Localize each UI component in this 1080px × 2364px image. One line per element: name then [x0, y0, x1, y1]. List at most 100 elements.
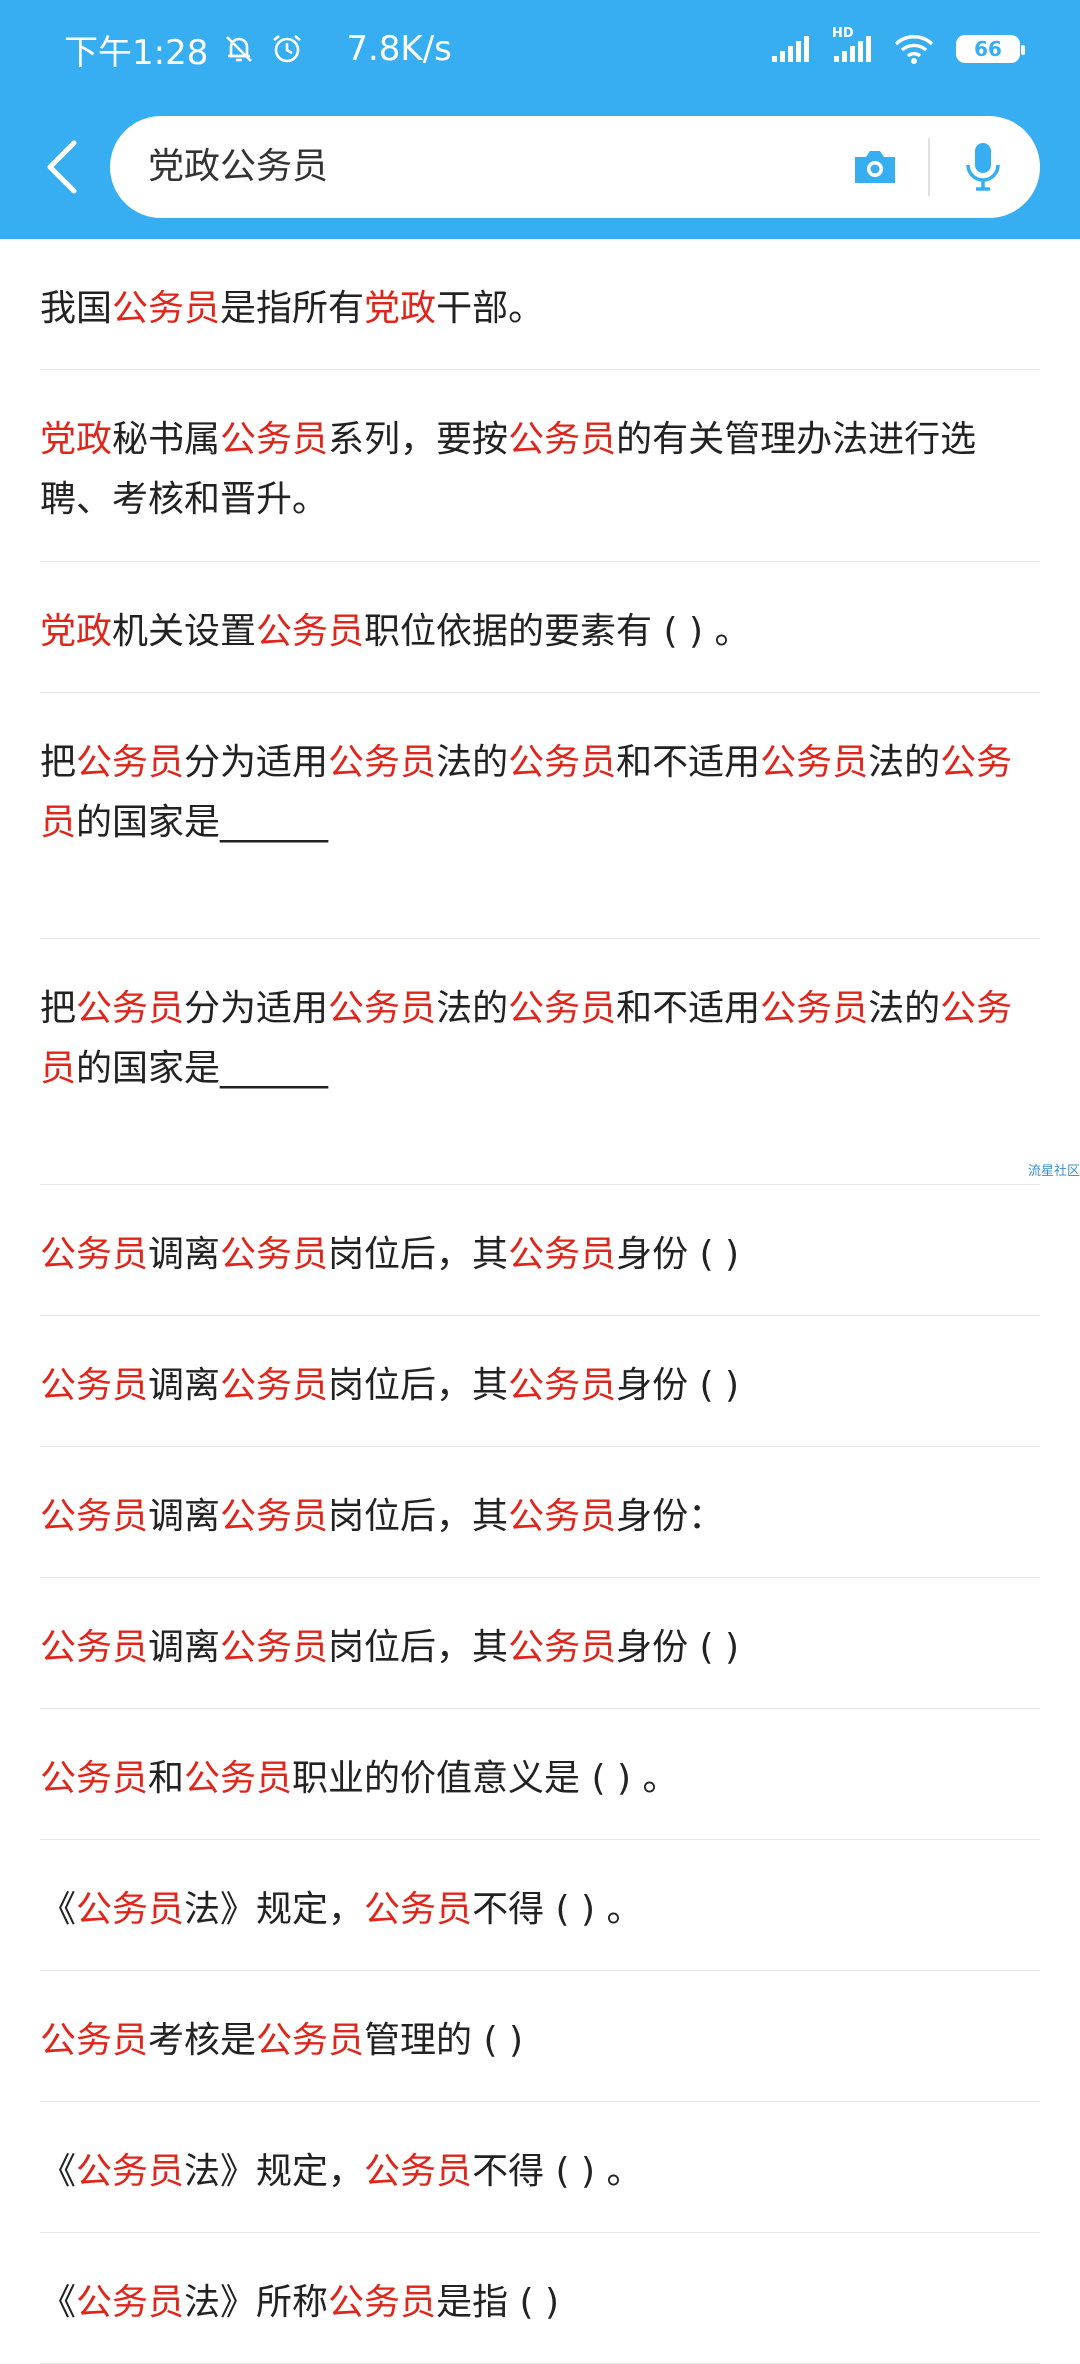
signal-icon — [770, 34, 810, 64]
search-results-list: 我国公务员是指所有党政干部。 党政秘书属公务员系列，要按公务员的有关管理办法进行选… — [40, 239, 1040, 2364]
highlighted-keyword: 党政 — [40, 419, 113, 460]
result-text: 身份 ( ) — [616, 1365, 740, 1406]
result-text: 是指所有 — [220, 288, 365, 329]
result-item[interactable]: 《公务员法》规定，公务员不得 ( ) 。 — [40, 1840, 1040, 1971]
highlighted-keyword: 公务员 — [40, 2020, 149, 2061]
highlighted-keyword: 公务员 — [40, 1365, 149, 1406]
result-text: 身份 ( ) — [616, 1627, 740, 1668]
result-item[interactable]: 公务员调离公务员岗位后，其公务员身份 ( ) — [40, 1185, 1040, 1316]
result-item[interactable]: 把公务员分为适用公务员法的公务员和不适用公务员法的公务员的国家是______ — [40, 939, 1040, 1185]
result-text: 法》所称 — [184, 2282, 329, 2323]
result-item[interactable]: 公务员调离公务员岗位后，其公务员身份 ( ) — [40, 1316, 1040, 1447]
result-text: 我国 — [40, 288, 113, 329]
result-text: 岗位后，其 — [328, 1627, 509, 1668]
highlighted-keyword: 公务员 — [508, 1365, 617, 1406]
highlighted-keyword: 公务员 — [220, 1496, 329, 1537]
highlighted-keyword: 公务员 — [256, 611, 365, 652]
back-button[interactable] — [34, 132, 90, 202]
search-input[interactable]: 党政公务员 — [148, 116, 328, 218]
highlighted-keyword: 公务员 — [508, 1627, 617, 1668]
battery-icon: 66 — [956, 35, 1025, 63]
highlighted-keyword: 公务员 — [364, 1889, 473, 1930]
result-text: 调离 — [148, 1234, 221, 1275]
result-item[interactable]: 公务员考核是公务员管理的 ( ) — [40, 1971, 1040, 2102]
camera-icon — [855, 151, 895, 183]
result-text: 《 — [40, 2282, 77, 2323]
highlighted-keyword: 公务员 — [76, 988, 185, 1029]
alarm-clock-icon — [270, 32, 304, 66]
highlighted-keyword: 公务员 — [220, 1234, 329, 1275]
highlighted-keyword: 公务员 — [508, 742, 617, 783]
microphone-icon — [966, 143, 1000, 191]
wifi-icon — [894, 33, 934, 65]
highlighted-keyword: 公务员 — [40, 1627, 149, 1668]
result-text: 身份： — [616, 1496, 725, 1537]
highlighted-keyword: 公务员 — [40, 1496, 149, 1537]
result-item[interactable]: 《公务员法》规定，公务员不得 ( ) 。 — [40, 2102, 1040, 2233]
result-text: 的国家是______ — [76, 802, 329, 843]
result-text: 机关设置 — [112, 611, 257, 652]
result-text: 是指 ( ) — [436, 2282, 560, 2323]
result-text: 身份 ( ) — [616, 1234, 740, 1275]
result-text: 调离 — [148, 1365, 221, 1406]
result-text: 不得 ( ) 。 — [472, 1889, 643, 1930]
result-item[interactable]: 我国公务员是指所有党政干部。 — [40, 239, 1040, 370]
result-text: 秘书属 — [112, 419, 221, 460]
result-item[interactable]: 《公务员法》所称公务员是指 ( ) — [40, 2233, 1040, 2364]
result-text: 分为适用 — [184, 742, 329, 783]
highlighted-keyword: 公务员 — [76, 742, 185, 783]
result-text: 调离 — [148, 1627, 221, 1668]
highlighted-keyword: 公务员 — [328, 988, 437, 1029]
highlighted-keyword: 公务员 — [76, 1889, 185, 1930]
result-text: 系列，要按 — [328, 419, 509, 460]
result-text: 和 — [148, 1758, 185, 1799]
highlighted-keyword: 公务员 — [508, 1234, 617, 1275]
search-divider — [928, 138, 930, 196]
highlighted-keyword: 公务员 — [220, 419, 329, 460]
result-text: 法的 — [868, 742, 941, 783]
highlighted-keyword: 公务员 — [760, 742, 869, 783]
header-bar: 下午1:28 7.8K/s HD 66 党政公务员 — [0, 0, 1080, 239]
result-text: 《 — [40, 1889, 77, 1930]
highlighted-keyword: 公务员 — [184, 1758, 293, 1799]
result-item[interactable]: 公务员调离公务员岗位后，其公务员身份 ( ) — [40, 1578, 1040, 1709]
result-text: 的国家是______ — [76, 1048, 329, 1089]
result-item[interactable]: 把公务员分为适用公务员法的公务员和不适用公务员法的公务员的国家是______ — [40, 693, 1040, 939]
result-text: 法》规定， — [184, 2151, 365, 2192]
network-speed: 7.8K/s — [346, 29, 452, 69]
camera-button[interactable] — [846, 138, 904, 196]
highlighted-keyword: 公务员 — [40, 1758, 149, 1799]
result-text: 法的 — [868, 988, 941, 1029]
status-bar: 下午1:28 7.8K/s HD 66 — [0, 0, 1080, 96]
highlighted-keyword: 党政 — [364, 288, 437, 329]
result-item[interactable]: 公务员和公务员职业的价值意义是 ( ) 。 — [40, 1709, 1040, 1840]
result-text: 和不适用 — [616, 988, 761, 1029]
result-text: 干部。 — [436, 288, 545, 329]
voice-search-button[interactable] — [956, 134, 1010, 200]
highlighted-keyword: 公务员 — [328, 742, 437, 783]
highlighted-keyword: 公务员 — [220, 1627, 329, 1668]
result-text: 调离 — [148, 1496, 221, 1537]
result-text: 法的 — [436, 988, 509, 1029]
highlighted-keyword: 公务员 — [40, 1234, 149, 1275]
highlighted-keyword: 公务员 — [508, 988, 617, 1029]
highlighted-keyword: 公务员 — [220, 1365, 329, 1406]
result-text: 职位依据的要素有 ( ) 。 — [364, 611, 751, 652]
result-text: 法的 — [436, 742, 509, 783]
highlighted-keyword: 公务员 — [508, 419, 617, 460]
result-item[interactable]: 党政机关设置公务员职位依据的要素有 ( ) 。 — [40, 562, 1040, 693]
result-text: 管理的 ( ) — [364, 2020, 524, 2061]
result-text: 考核是 — [148, 2020, 257, 2061]
highlighted-keyword: 公务员 — [256, 2020, 365, 2061]
highlighted-keyword: 公务员 — [364, 2151, 473, 2192]
highlighted-keyword: 公务员 — [112, 288, 221, 329]
signal-hd-icon: HD — [832, 26, 872, 64]
result-text: 职业的价值意义是 ( ) 。 — [292, 1758, 679, 1799]
result-item[interactable]: 党政秘书属公务员系列，要按公务员的有关管理办法进行选聘、考核和晋升。 — [40, 370, 1040, 562]
highlighted-keyword: 公务员 — [760, 988, 869, 1029]
result-item[interactable]: 公务员调离公务员岗位后，其公务员身份： — [40, 1447, 1040, 1578]
result-text: 岗位后，其 — [328, 1496, 509, 1537]
result-text: 岗位后，其 — [328, 1365, 509, 1406]
highlighted-keyword: 公务员 — [76, 2282, 185, 2323]
search-box[interactable]: 党政公务员 — [110, 116, 1040, 218]
